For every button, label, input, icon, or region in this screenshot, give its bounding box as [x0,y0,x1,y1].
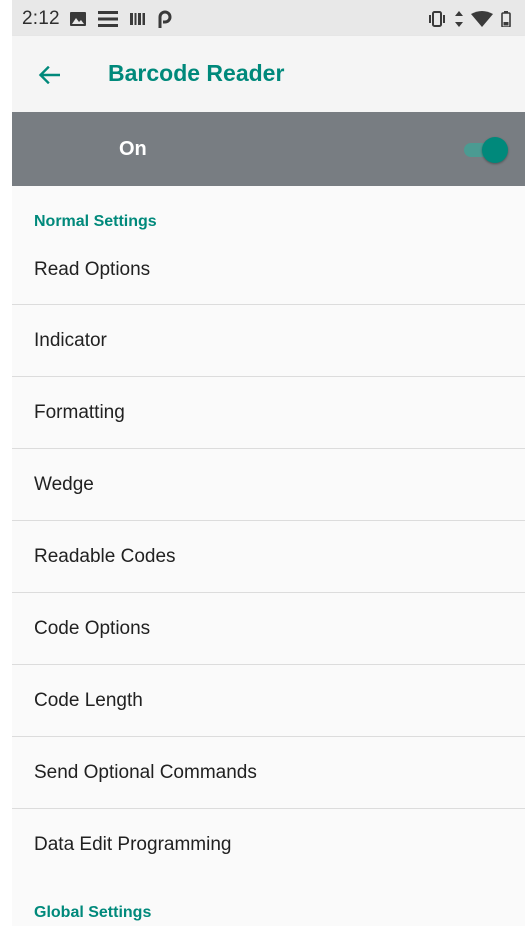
page-title: Barcode Reader [108,60,285,86]
list-item-indicator[interactable]: Indicator [12,305,525,377]
notification-icons [70,10,172,28]
data-arrows-icon [455,11,463,27]
status-time: 2:12 [22,8,60,29]
section-header-normal-settings: Normal Settings [34,213,157,230]
list-item-label: Formatting [34,402,125,423]
list-item-label: Send Optional Commands [34,762,257,783]
menu-lines-icon [98,11,118,27]
image-icon [70,12,86,26]
list-item-label: Wedge [34,474,94,495]
list-item-label: Code Length [34,690,143,711]
list-item-send-optional-commands[interactable]: Send Optional Commands [12,737,525,809]
list-item-read-options[interactable]: Read Options [12,233,525,305]
p-icon [158,10,172,28]
system-icons [427,10,511,28]
vibrate-icon [427,11,447,27]
list-item-label: Code Options [34,618,151,639]
screen: 2:12 Barcode Reader On Normal Settings R… [0,0,525,926]
app-frame: 2:12 Barcode Reader On Normal Settings R… [12,0,525,926]
list-item-label: Indicator [34,330,107,351]
arrow-left-icon [38,66,60,84]
list-item-formatting[interactable]: Formatting [12,377,525,449]
list-item-label: Readable Codes [34,546,176,567]
back-button[interactable] [34,60,64,90]
list-item-label: Data Edit Programming [34,834,232,855]
master-switch-label: On [119,138,147,160]
status-bar: 2:12 [12,0,525,36]
wifi-icon [471,11,493,27]
normal-settings-list: Read Options Indicator Formatting Wedge … [12,233,525,880]
battery-icon [501,11,511,27]
master-switch-bar[interactable]: On [12,112,525,186]
list-item-readable-codes[interactable]: Readable Codes [12,521,525,593]
toggle-thumb [482,137,508,163]
master-toggle-switch[interactable] [460,137,508,163]
section-header-global-settings: Global Settings [34,904,152,921]
list-item-wedge[interactable]: Wedge [12,449,525,521]
list-item-code-length[interactable]: Code Length [12,665,525,737]
list-item-label: Read Options [34,259,151,280]
app-bar: Barcode Reader [12,36,525,112]
barcode-icon [130,13,146,25]
list-item-code-options[interactable]: Code Options [12,593,525,665]
list-item-data-edit-programming[interactable]: Data Edit Programming [12,809,525,880]
